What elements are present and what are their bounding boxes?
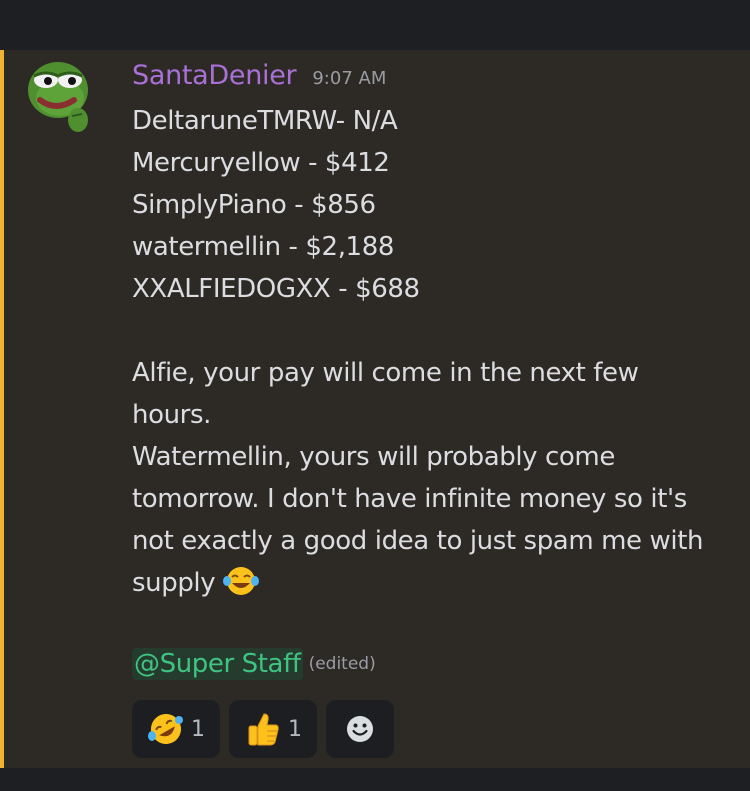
chat-message[interactable]: SantaDenier 9:07 AM DeltaruneTMRW- N/A M…	[0, 50, 750, 768]
message-line: watermellin - $2,188	[132, 232, 394, 262]
timestamp: 9:07 AM	[312, 68, 387, 89]
reaction-count: 1	[288, 716, 302, 742]
avatar[interactable]	[26, 58, 90, 136]
reaction-rofl[interactable]: 1	[132, 700, 220, 758]
face-with-tears-of-joy-icon	[223, 565, 260, 597]
rolling-on-floor-laughing-icon	[147, 710, 185, 748]
message-line: Mercuryellow - $412	[132, 148, 390, 178]
reaction-count: 1	[191, 716, 205, 742]
message-line: DeltaruneTMRW- N/A	[132, 106, 398, 136]
thumbs-up-icon	[244, 710, 282, 748]
add-reaction-icon	[345, 714, 375, 744]
message-paragraph-text: Watermellin, yours will probably come to…	[132, 442, 704, 598]
bottom-bar	[0, 768, 750, 791]
username[interactable]: SantaDenier	[132, 60, 297, 91]
pepe-frog-icon	[28, 62, 88, 132]
message-line: XXALFIEDOGXX - $688	[132, 274, 420, 304]
edited-label: (edited)	[308, 654, 376, 674]
message-content: DeltaruneTMRW- N/A Mercuryellow - $412 S…	[132, 100, 732, 604]
add-reaction-button[interactable]	[326, 700, 394, 758]
top-bar	[0, 0, 750, 50]
message-paragraph: Alfie, your pay will come in the next fe…	[132, 358, 639, 430]
reaction-thumbs-up[interactable]: 1	[229, 700, 317, 758]
message-paragraph-2: Watermellin, yours will probably come to…	[132, 436, 722, 604]
message-line: SimplyPiano - $856	[132, 190, 376, 220]
mention-row: @Super Staff (edited)	[132, 648, 376, 680]
reactions-bar: 1 1	[132, 700, 394, 758]
role-mention[interactable]: @Super Staff	[132, 648, 303, 680]
message-header: SantaDenier 9:07 AM	[132, 60, 386, 96]
